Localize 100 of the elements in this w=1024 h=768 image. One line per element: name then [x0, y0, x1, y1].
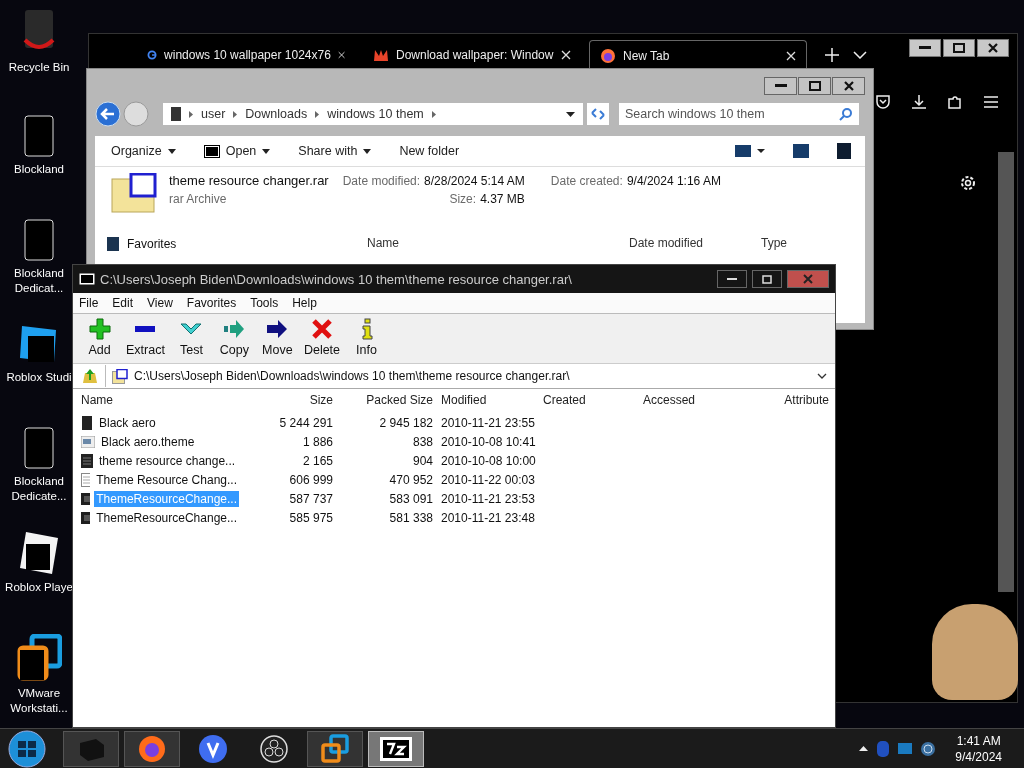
minimize-button[interactable]	[764, 77, 797, 95]
file-name[interactable]: ThemeResourceChange...	[94, 509, 239, 526]
column-header[interactable]: Attribute	[749, 393, 829, 407]
scrollbar[interactable]	[998, 152, 1014, 592]
column-header[interactable]: Modified	[433, 393, 539, 407]
maximize-button[interactable]	[943, 39, 975, 57]
clock-time[interactable]: 1:41 AM	[956, 732, 1001, 749]
refresh-button[interactable]	[587, 103, 609, 125]
desktop-icon-label[interactable]: Recycle Bin	[4, 60, 74, 75]
start-button[interactable]	[8, 729, 46, 768]
maximize-icon	[808, 81, 821, 91]
breadcrumb-arrow-icon[interactable]	[233, 110, 238, 118]
search-field[interactable]: Search windows 10 them	[619, 103, 859, 125]
menu-item[interactable]: Edit	[112, 296, 134, 310]
breadcrumb-arrow-icon[interactable]	[431, 110, 436, 118]
command-button[interactable]: Share with	[298, 144, 372, 158]
plus-icon[interactable]	[825, 48, 839, 62]
desktop-icon-label[interactable]: Roblox Playe	[4, 580, 74, 595]
document-icon	[81, 472, 91, 487]
menu-item[interactable]: Tools	[250, 296, 279, 310]
menu-item[interactable]: File	[79, 296, 99, 310]
file-name[interactable]: Theme Resource Chang...	[94, 471, 239, 488]
nav-item[interactable]: Favorites	[127, 237, 177, 251]
column-header[interactable]: Type	[761, 236, 851, 250]
browser-tab[interactable]: Download wallpaper: Window	[363, 40, 581, 70]
pocket-icon[interactable]	[875, 94, 891, 110]
toolbar-button[interactable]: Delete	[303, 318, 341, 363]
maximize-button[interactable]	[752, 270, 782, 288]
taskbar-button[interactable]	[307, 730, 363, 767]
desktop-icon-label[interactable]: Blockland Dedicat...	[4, 266, 74, 296]
toolbar-button[interactable]: Move	[260, 318, 294, 363]
vmware-icon[interactable]	[16, 634, 62, 682]
clock-date[interactable]: 9/4/2024	[955, 748, 1002, 765]
chevron-down-icon[interactable]	[853, 51, 867, 59]
address-bar[interactable]: user Downloads windows 10 them	[163, 103, 583, 125]
browser-tab[interactable]: windows 10 wallpaper 1024x76	[137, 40, 355, 70]
minimize-button[interactable]	[909, 39, 941, 57]
back-button[interactable]	[95, 101, 121, 127]
file-type: rar Archive	[169, 192, 228, 206]
dropdown-arrow-icon	[167, 148, 176, 154]
toolbar-button[interactable]: Info	[350, 318, 384, 363]
column-header[interactable]: Accessed	[639, 393, 749, 407]
download-icon[interactable]	[911, 94, 927, 110]
breadcrumb-item[interactable]: user	[201, 107, 226, 121]
path-field[interactable]: C:\Users\Joseph Biden\Downloads\windows 10 them\theme resource changer.rar\	[105, 365, 835, 387]
menu-item[interactable]: Help	[292, 296, 317, 310]
close-button[interactable]	[832, 77, 865, 95]
minimize-icon	[727, 277, 737, 281]
monitor-icon[interactable]	[898, 743, 913, 754]
maximize-button[interactable]	[798, 77, 831, 95]
command-button[interactable]: Open	[203, 144, 271, 158]
file-name[interactable]: Black aero	[97, 414, 158, 431]
close-button[interactable]	[977, 39, 1009, 57]
toolbar-button[interactable]: Test	[174, 318, 208, 363]
breadcrumb-item[interactable]: windows 10 them	[327, 107, 424, 121]
breadcrumb-item[interactable]: Downloads	[245, 107, 308, 121]
file-name[interactable]: theme resource change...	[97, 452, 238, 469]
toolbar-button[interactable]: Extract	[126, 318, 165, 363]
taskbar-button[interactable]	[124, 730, 180, 767]
close-icon[interactable]	[337, 50, 345, 60]
obs-icon	[259, 733, 289, 764]
table-cell-text: 606 999	[288, 472, 333, 487]
column-header[interactable]: Size	[239, 393, 333, 407]
desktop-icon-label[interactable]: Blockland Dedicate...	[4, 474, 74, 504]
view-icon[interactable]	[735, 144, 765, 158]
command-button[interactable]: Organize	[111, 144, 176, 158]
column-header[interactable]: Name	[367, 236, 629, 250]
desktop-icon-label[interactable]: VMware Workstati...	[4, 686, 74, 716]
up-folder-icon[interactable]	[81, 367, 99, 385]
table-cell-text: 2010-11-21 23:55	[440, 415, 536, 430]
column-header[interactable]: Name	[81, 393, 239, 407]
close-icon	[843, 81, 854, 91]
file-icon[interactable]	[23, 218, 55, 262]
minimize-button[interactable]	[717, 270, 747, 288]
globe-icon[interactable]	[920, 740, 937, 757]
desktop-icon-label[interactable]: Roblox Studi	[4, 370, 74, 385]
menu-icon[interactable]	[983, 95, 999, 109]
breadcrumb-arrow-icon[interactable]	[189, 110, 193, 118]
breadcrumb-arrow-icon[interactable]	[315, 110, 320, 118]
minus-icon	[135, 326, 156, 332]
toolbar-button[interactable]: Copy	[217, 318, 251, 363]
file-name[interactable]: Black aero.theme	[99, 433, 197, 450]
file-icon[interactable]	[23, 426, 55, 470]
desktop-icon-label[interactable]: Blockland	[4, 162, 74, 177]
close-icon[interactable]	[786, 50, 796, 61]
settings-icon[interactable]	[959, 174, 977, 192]
tray-app-icon[interactable]	[876, 740, 891, 757]
column-header[interactable]: Date modified	[629, 236, 761, 250]
menu-item[interactable]: Favorites	[186, 296, 237, 310]
column-header[interactable]: Created	[539, 393, 639, 407]
puzzle-icon[interactable]	[947, 94, 963, 110]
close-icon[interactable]	[561, 50, 571, 60]
taskbar-button[interactable]	[368, 730, 424, 767]
chevron-up-icon[interactable]	[859, 746, 869, 751]
dropdown-arrow-icon[interactable]	[566, 111, 575, 117]
column-header[interactable]: Packed Size	[333, 393, 433, 407]
file-icon[interactable]	[23, 114, 55, 158]
toolbar-button[interactable]: Add	[83, 318, 116, 363]
menu-item[interactable]: View	[147, 296, 173, 310]
command-button[interactable]: New folder	[399, 144, 460, 158]
